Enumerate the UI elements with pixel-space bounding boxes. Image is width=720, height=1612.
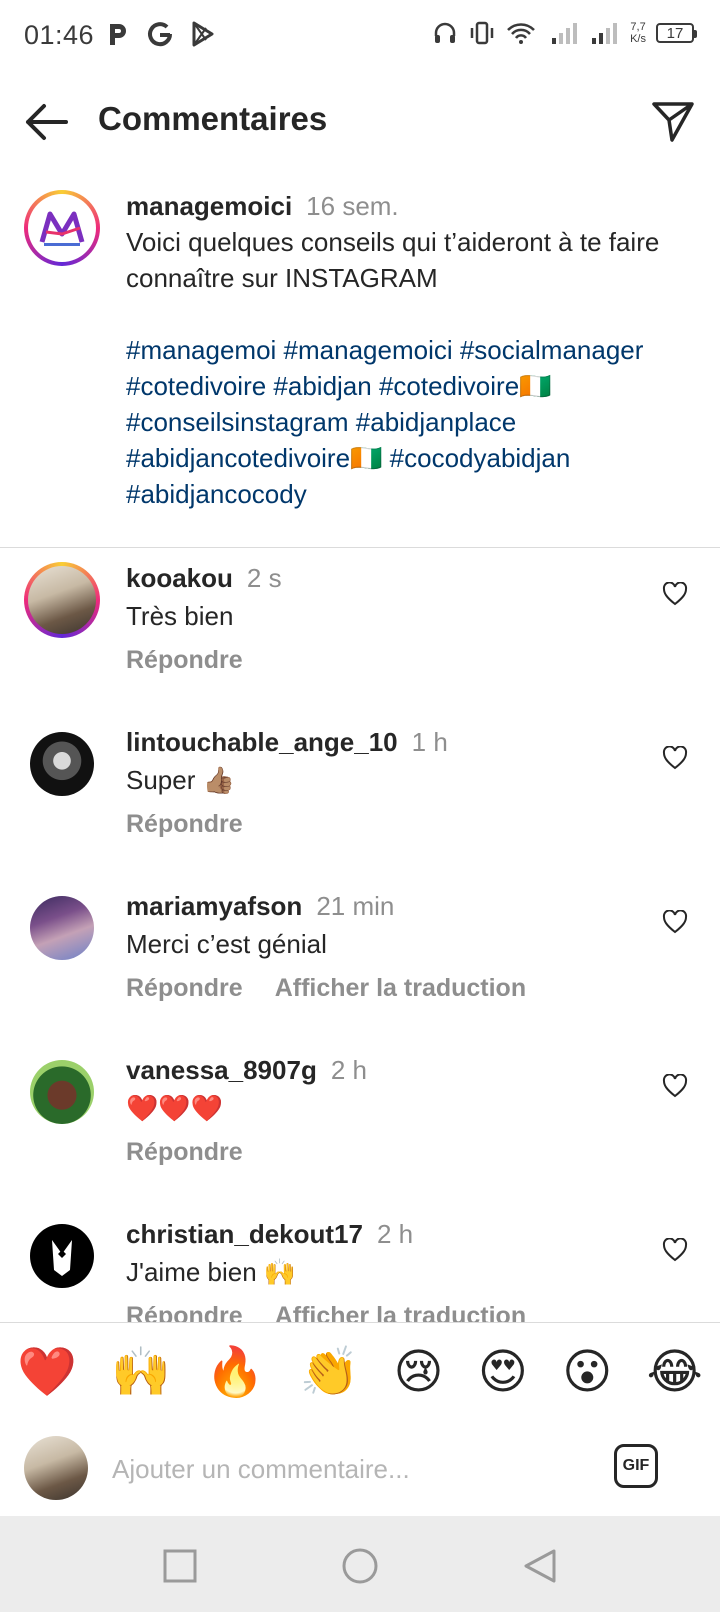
translate-button[interactable]: Afficher la traduction (275, 974, 526, 1002)
comment-username[interactable]: kooakou (126, 563, 233, 593)
status-bar: 01:46 7,7 K/s 17 (0, 0, 720, 74)
like-heart-icon[interactable] (662, 1074, 688, 1098)
emoji-laughing[interactable]: 😂 (647, 1342, 703, 1402)
comment-text: J'aime bien 🙌 (126, 1257, 297, 1287)
caption-text-block: managemoici 16 sem. Voici quelques consei… (126, 188, 686, 512)
comment-item: mariamyafson 21 min Merci c’est génial Ré… (0, 890, 720, 1054)
commenter-avatar[interactable] (24, 562, 100, 638)
reply-button[interactable]: Répondre (126, 810, 243, 838)
like-heart-icon[interactable] (662, 1238, 688, 1262)
comment-username[interactable]: christian_dekout17 (126, 1219, 363, 1249)
comment-username[interactable]: lintouchable_ange_10 (126, 727, 398, 757)
comment-text: ❤️❤️❤️ (126, 1093, 224, 1123)
emoji-quick-bar: ❤️ 🙌 🔥 👏 😢 😍 😮 😂 (0, 1322, 720, 1422)
headset-icon (434, 22, 456, 43)
comment-time: 2 h (330, 1055, 367, 1085)
comment-username[interactable]: mariamyafson (126, 891, 302, 921)
like-heart-icon[interactable] (662, 746, 688, 770)
back-arrow-icon[interactable] (22, 100, 72, 144)
reply-button[interactable]: Répondre (126, 974, 243, 1002)
back-triangle-icon[interactable] (520, 1546, 560, 1586)
like-heart-icon[interactable] (662, 910, 688, 934)
emoji-surprised[interactable]: 😮 (562, 1342, 612, 1402)
comment-composer: GIF (0, 1420, 720, 1516)
comment-item: lintouchable_ange_10 1 h Super 👍🏽 Répondr… (0, 726, 720, 890)
post-caption: managemoici 16 sem. Voici quelques consei… (0, 180, 720, 548)
signal-1-icon (552, 23, 578, 44)
page-title: Commentaires (98, 100, 328, 137)
gif-button[interactable]: GIF (614, 1444, 658, 1488)
comment-input[interactable] (110, 1446, 574, 1492)
comment-text: Super 👍🏽 (126, 765, 235, 795)
caption-hashtags[interactable]: #managemoi #managemoici #socialmanager #… (126, 332, 686, 512)
header: Commentaires (0, 86, 720, 156)
caption-time: 16 sem. (306, 191, 399, 221)
play-store-icon (192, 21, 214, 47)
comment-text: Merci c’est génial (126, 929, 327, 959)
commenter-avatar[interactable] (30, 896, 94, 960)
signal-2-icon (592, 23, 618, 44)
reply-button[interactable]: Répondre (126, 646, 243, 674)
recents-square-icon[interactable] (160, 1546, 200, 1586)
emoji-fire[interactable]: 🔥 (205, 1342, 265, 1402)
comment-list[interactable]: kooakou 2 s Très bien Répondre lintouchab… (0, 562, 720, 1322)
network-speed: 7,7 K/s (630, 21, 646, 45)
managemoici-logo (39, 211, 85, 246)
comment-item: vanessa_8907g 2 h ❤️❤️❤️ Répondre (0, 1054, 720, 1218)
author-username[interactable]: managemoici (126, 191, 292, 221)
parking-icon (110, 24, 126, 45)
emoji-raised-hands[interactable]: 🙌 (111, 1342, 171, 1402)
comment-text: Très bien (126, 601, 234, 631)
status-right: 7,7 K/s 17 (432, 20, 697, 46)
author-avatar[interactable] (24, 190, 100, 266)
status-time: 01:46 (24, 20, 95, 50)
system-nav-bar (0, 1516, 720, 1612)
send-icon[interactable] (648, 96, 698, 146)
comment-time: 2 s (246, 563, 282, 593)
emoji-clap[interactable]: 👏 (299, 1342, 359, 1402)
speed-unit: K/s (630, 33, 646, 45)
comment-time: 1 h (411, 727, 448, 757)
my-avatar (24, 1436, 88, 1500)
like-heart-icon[interactable] (662, 582, 688, 606)
speed-value: 7,7 (630, 21, 646, 33)
wifi-icon (507, 23, 535, 44)
google-icon (148, 22, 173, 47)
comment-time: 21 min (316, 891, 395, 921)
gif-label: GIF (622, 1457, 650, 1474)
caption-text: Voici quelques conseils qui t’aideront à… (126, 227, 660, 293)
battery-level: 17 (666, 24, 684, 42)
tuxedo-logo (52, 1240, 72, 1276)
home-circle-icon[interactable] (340, 1546, 380, 1586)
reply-button[interactable]: Répondre (126, 1138, 243, 1166)
commenter-avatar[interactable] (30, 1060, 94, 1124)
comment-time: 2 h (376, 1219, 414, 1249)
comment-item: christian_dekout17 2 h J'aime bien 🙌 Répo… (0, 1218, 720, 1322)
comment-username[interactable]: vanessa_8907g (126, 1055, 317, 1085)
comment-item: kooakou 2 s Très bien Répondre (0, 562, 720, 726)
emoji-sad[interactable]: 😢 (394, 1342, 444, 1402)
reply-button[interactable]: Répondre (126, 1302, 243, 1322)
vibrate-icon (470, 21, 494, 45)
commenter-avatar[interactable] (30, 1224, 94, 1288)
emoji-heart-eyes[interactable]: 😍 (478, 1342, 528, 1402)
emoji-heart[interactable]: ❤️ (17, 1342, 77, 1402)
battery-icon: 17 (656, 23, 697, 43)
translate-button[interactable]: Afficher la traduction (275, 1302, 526, 1322)
commenter-avatar[interactable] (30, 732, 94, 796)
